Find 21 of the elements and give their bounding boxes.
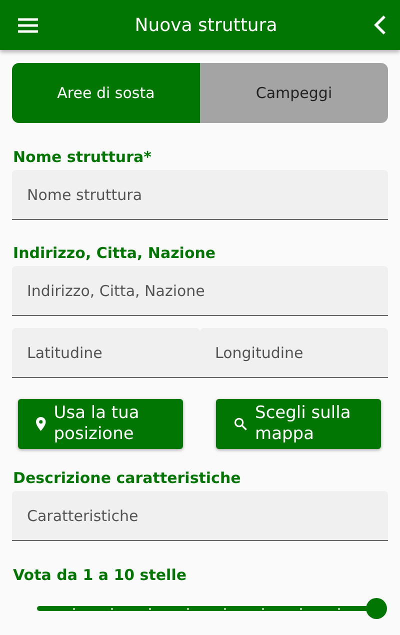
back-button[interactable] [374, 15, 386, 35]
slider-thumb[interactable] [366, 598, 387, 619]
segment-tab[interactable]: Aree di sosta [12, 63, 200, 123]
menu-icon [18, 18, 38, 32]
search-icon [234, 415, 248, 433]
location-pin-icon [36, 414, 46, 434]
field-label: Indirizzo, Citta, Nazione [13, 244, 217, 262]
location-button[interactable]: Scegli sulla mappa [216, 399, 381, 449]
address-input-field[interactable]: Indirizzo, Citta, Nazione [12, 266, 388, 316]
app-bar-title: Nuova struttura [134, 14, 278, 36]
back-icon [374, 15, 386, 35]
segment-tab[interactable]: Campeggi [200, 63, 388, 123]
name-input-field[interactable]: Nome struttura [12, 170, 388, 220]
field-label: Nome struttura* [13, 148, 152, 166]
coordinate-input-field[interactable]: Longitudine [200, 328, 388, 378]
location-button[interactable]: Usa la tua posizione [18, 399, 183, 449]
field-label: Vota da 1 a 10 stelle [13, 566, 188, 584]
field-label: Descrizione caratteristiche [13, 469, 242, 487]
coordinate-input-field[interactable]: Latitudine [12, 328, 200, 378]
description-input-field[interactable]: Caratteristiche [12, 491, 388, 541]
menu-button[interactable] [18, 18, 38, 32]
